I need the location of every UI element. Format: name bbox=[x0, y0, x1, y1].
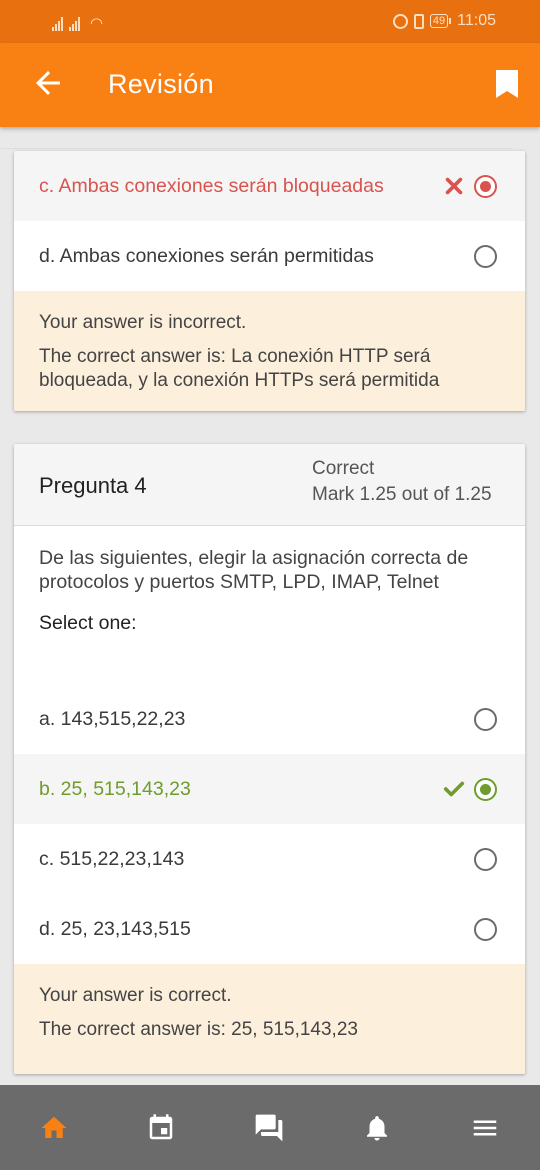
radio-button[interactable] bbox=[474, 708, 497, 731]
review-content[interactable]: c. Ambas conexiones serán bloqueadas d. … bbox=[0, 127, 540, 1085]
option-label: a. 143,515,22,23 bbox=[39, 707, 186, 730]
answer-option-d[interactable]: d. Ambas conexiones serán permitidas bbox=[14, 221, 525, 291]
status-right: 49 11:05 bbox=[392, 11, 496, 31]
question-card: Pregunta 4 Correct Mark 1.25 out of 1.25… bbox=[14, 444, 525, 1074]
radio-button[interactable] bbox=[474, 175, 497, 198]
feedback-result: Your answer is correct. bbox=[39, 985, 232, 1006]
menu-icon[interactable] bbox=[467, 1110, 503, 1146]
alarm-icon bbox=[392, 13, 408, 29]
feedback-box: Your answer is incorrect. The correct an… bbox=[14, 291, 525, 411]
incorrect-icon bbox=[445, 177, 463, 195]
radio-button[interactable] bbox=[474, 918, 497, 941]
question-header: Pregunta 4 Correct Mark 1.25 out of 1.25 bbox=[14, 444, 525, 526]
radio-button[interactable] bbox=[474, 778, 497, 801]
answer-option-a[interactable]: a. 143,515,22,23 bbox=[14, 684, 525, 754]
signal-icon bbox=[52, 17, 63, 31]
signal-indicators: ◠ bbox=[52, 11, 103, 31]
app-bar: Revisión bbox=[0, 43, 540, 127]
option-label: c. 515,22,23,143 bbox=[39, 847, 185, 870]
option-label: d. 25, 23,143,515 bbox=[39, 917, 191, 940]
feedback-result: Your answer is incorrect. bbox=[39, 312, 247, 333]
select-prompt: Select one: bbox=[39, 612, 137, 634]
question-state: Correct bbox=[312, 458, 375, 479]
bookmark-icon[interactable] bbox=[496, 70, 518, 98]
correct-answer: The correct answer is: La conexión HTTP … bbox=[39, 346, 440, 391]
page-title: Revisión bbox=[108, 69, 214, 99]
option-label: d. Ambas conexiones serán permitidas bbox=[39, 244, 374, 267]
wifi-icon: ◠ bbox=[90, 15, 104, 32]
question-mark: Mark 1.25 out of 1.25 bbox=[312, 484, 492, 505]
answer-option-b[interactable]: b. 25, 515,143,23 bbox=[14, 754, 525, 824]
messages-icon[interactable] bbox=[251, 1110, 287, 1146]
option-label: b. 25, 515,143,23 bbox=[39, 777, 191, 800]
status-bar: ◠ 49 11:05 bbox=[0, 0, 540, 43]
question-title: Pregunta 4 bbox=[39, 473, 147, 498]
notifications-icon[interactable] bbox=[359, 1110, 395, 1146]
checkmark-icon bbox=[443, 781, 465, 797]
answer-option-c[interactable]: c. Ambas conexiones serán bloqueadas bbox=[14, 151, 525, 221]
radio-button[interactable] bbox=[474, 245, 497, 268]
question-text: De las siguientes, elegir la asignación … bbox=[39, 547, 469, 593]
vibrate-icon bbox=[413, 13, 424, 29]
previous-option-divider bbox=[0, 127, 511, 149]
correct-answer: The correct answer is: 25, 515,143,23 bbox=[39, 1019, 358, 1040]
calendar-icon[interactable] bbox=[143, 1110, 179, 1146]
battery-level: 49 bbox=[429, 14, 449, 28]
bottom-navigation bbox=[0, 1085, 540, 1170]
question-card: c. Ambas conexiones serán bloqueadas d. … bbox=[14, 151, 525, 411]
feedback-box: Your answer is correct. The correct answ… bbox=[14, 964, 525, 1074]
clock: 11:05 bbox=[457, 12, 496, 29]
answer-option-c[interactable]: c. 515,22,23,143 bbox=[14, 824, 525, 894]
home-icon[interactable] bbox=[36, 1110, 72, 1146]
battery-icon: 49 bbox=[429, 14, 452, 28]
answer-option-d[interactable]: d. 25, 23,143,515 bbox=[14, 894, 525, 964]
arrow-left-icon[interactable] bbox=[30, 65, 66, 101]
option-label: c. Ambas conexiones serán bloqueadas bbox=[39, 174, 384, 197]
signal-icon bbox=[69, 17, 80, 31]
radio-button[interactable] bbox=[474, 848, 497, 871]
